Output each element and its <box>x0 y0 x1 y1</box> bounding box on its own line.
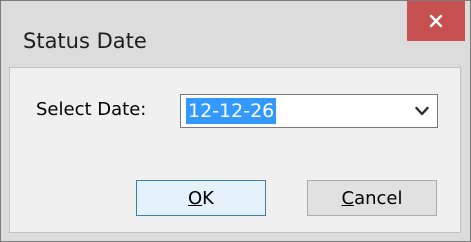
ok-button[interactable]: OK <box>136 180 266 216</box>
title-bar[interactable]: Status Date <box>1 1 470 67</box>
cancel-label: ancel <box>354 187 403 209</box>
close-button[interactable] <box>407 1 465 41</box>
date-combobox[interactable]: 12-12-26 <box>180 94 438 128</box>
ok-label: K <box>202 187 214 209</box>
status-date-dialog: Status Date Select Date: 12-12-26 OK Can… <box>0 0 471 242</box>
date-value[interactable]: 12-12-26 <box>186 98 277 124</box>
dialog-title: Status Date <box>23 29 147 53</box>
chevron-down-icon[interactable] <box>415 106 429 116</box>
cancel-button[interactable]: Cancel <box>307 180 437 216</box>
dialog-body: Select Date: 12-12-26 OK Cancel <box>9 67 461 233</box>
cancel-mnemonic: C <box>341 187 355 209</box>
ok-mnemonic: O <box>188 187 203 209</box>
close-icon <box>429 14 443 28</box>
select-date-label: Select Date: <box>36 99 147 120</box>
